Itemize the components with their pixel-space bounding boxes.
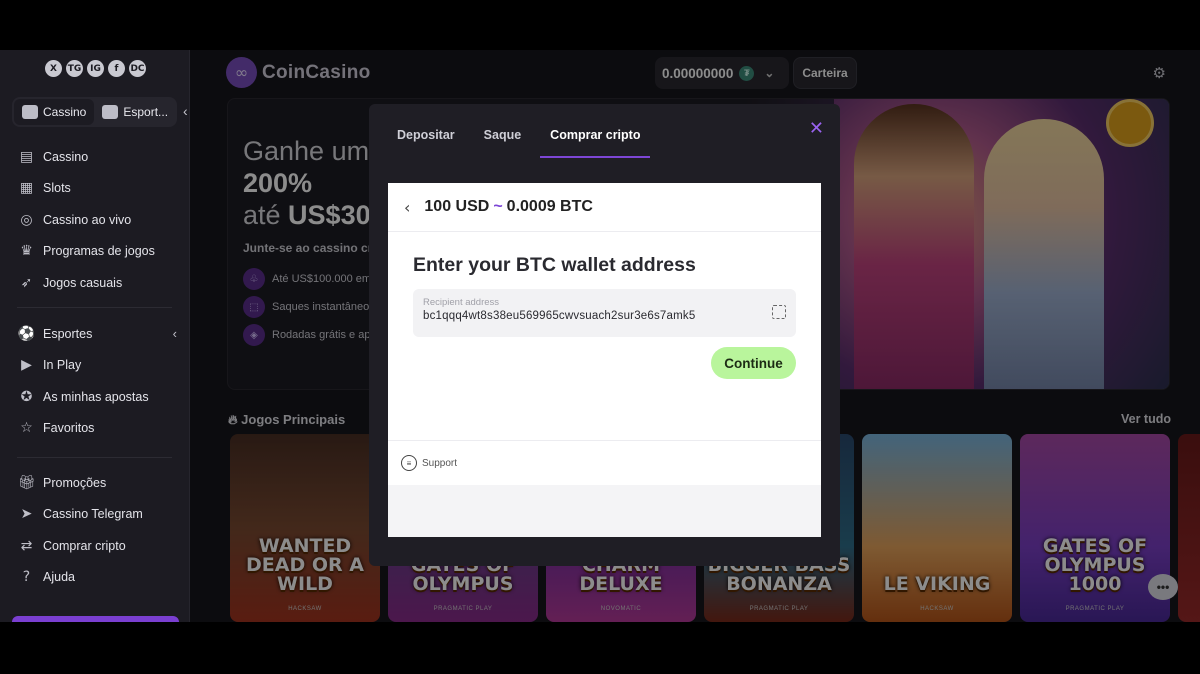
- sidebar-item-favorites[interactable]: ☆ Favoritos: [17, 413, 177, 445]
- telegram-icon: ➤: [20, 506, 33, 523]
- wallet-modal: Depositar Saque Comprar cripto ✕ ‹ 100 U…: [369, 104, 840, 566]
- sidebar-item-label: Cassino: [43, 149, 89, 164]
- sidebar: X TG IG f DC Cassino Esport... ‹ ▤ Cassin…: [0, 50, 190, 622]
- sidebar-item-live-casino[interactable]: ◎ Cassino ao vivo: [17, 204, 177, 236]
- tab-deposit[interactable]: Depositar: [387, 128, 465, 158]
- nav-group-sports: ⚽ Esportes ‹ ▶ In Play ✪ As minhas apostas ☆…: [17, 318, 177, 444]
- gift-icon: 🎁︎: [17, 474, 36, 491]
- tab-sports-label: Esport...: [123, 105, 169, 119]
- widget-header: ‹ 100 USD ~0.0009 BTC: [388, 183, 821, 232]
- modal-tabs: Depositar Saque Comprar cripto: [387, 128, 659, 158]
- sidebar-item-label: Ajuda: [43, 570, 75, 585]
- tab-withdraw[interactable]: Saque: [474, 128, 532, 158]
- sidebar-item-telegram-casino[interactable]: ➤ Cassino Telegram: [17, 499, 177, 531]
- discord-icon[interactable]: DC: [129, 60, 146, 77]
- order-amount: 100 USD ~0.0009 BTC: [424, 198, 593, 216]
- sidebar-item-label: Jogos casuais: [43, 275, 123, 290]
- divider: [17, 307, 172, 308]
- collapse-sidebar-icon[interactable]: ‹: [183, 103, 188, 119]
- sidebar-item-cassino[interactable]: ▤ Cassino: [17, 141, 177, 173]
- sidebar-item-my-bets[interactable]: ✪ As minhas apostas: [17, 381, 177, 413]
- sidebar-item-label: Cassino Telegram: [43, 507, 143, 522]
- back-arrow-icon[interactable]: ‹: [404, 198, 410, 217]
- sports-icon: ⚽: [17, 325, 36, 342]
- star-icon: ☆: [20, 420, 33, 437]
- sidebar-item-label: In Play: [43, 358, 82, 373]
- sidebar-item-label: Favoritos: [43, 421, 95, 436]
- sports-icon: [102, 105, 119, 119]
- divider: [17, 457, 172, 458]
- instagram-icon[interactable]: IG: [87, 60, 104, 77]
- close-icon[interactable]: ✕: [809, 118, 824, 139]
- sidebar-item-help[interactable]: ? Ajuda: [17, 562, 177, 594]
- live-casino-icon: ◎: [20, 211, 33, 228]
- tab-casino[interactable]: Cassino: [14, 99, 95, 125]
- widget-footer: ≡ Support: [388, 440, 821, 485]
- tab-sports[interactable]: Esport...: [94, 99, 176, 125]
- buy-crypto-widget: ‹ 100 USD ~0.0009 BTC Enter your BTC wall…: [388, 183, 821, 537]
- sidebar-item-promotions[interactable]: 🎁︎ Promoções: [17, 467, 177, 499]
- support-icon[interactable]: ≡: [401, 455, 417, 471]
- rocket-icon: ➶: [20, 274, 33, 291]
- app-frame: X TG IG f DC Cassino Esport... ‹ ▤ Cassin…: [0, 50, 1200, 622]
- mode-switch: Cassino Esport...: [12, 97, 177, 127]
- sidebar-item-label: Programas de jogos: [43, 244, 155, 259]
- help-icon: ?: [22, 569, 31, 586]
- widget-bottom-area: [388, 485, 821, 537]
- sidebar-item-label: As minhas apostas: [43, 389, 149, 404]
- sidebar-item-label: Promoções: [43, 475, 107, 490]
- cards-icon: [22, 105, 38, 119]
- field-label: Recipient address: [423, 297, 500, 308]
- play-icon: ▶: [21, 357, 32, 374]
- nav-group-misc: 🎁︎ Promoções ➤ Cassino Telegram ⇄ Comprar c…: [17, 467, 177, 593]
- x-icon[interactable]: X: [45, 60, 62, 77]
- approx-symbol: ~: [493, 198, 503, 215]
- sidebar-item-label: Esportes: [43, 326, 93, 341]
- sidebar-item-buy-crypto[interactable]: ⇄ Comprar cripto: [17, 530, 177, 562]
- game-show-icon: ♛: [20, 243, 33, 260]
- cards-icon: ▤: [19, 148, 34, 165]
- amount-crypto: 0.0009 BTC: [506, 198, 593, 215]
- nav-group-casino: ▤ Cassino ▦ Slots ◎ Cassino ao vivo ♛ Progra…: [17, 141, 177, 299]
- sidebar-item-label: Comprar cripto: [43, 538, 126, 553]
- tab-buy-crypto[interactable]: Comprar cripto: [540, 128, 651, 158]
- sidebar-item-game-shows[interactable]: ♛ Programas de jogos: [17, 236, 177, 268]
- amount-fiat: 100 USD: [424, 198, 490, 215]
- telegram-icon[interactable]: TG: [66, 60, 83, 77]
- facebook-icon[interactable]: f: [108, 60, 125, 77]
- sidebar-item-label: Slots: [43, 181, 71, 196]
- slot-machine-icon: ▦: [19, 180, 34, 197]
- qr-scan-icon[interactable]: [772, 305, 786, 319]
- widget-title: Enter your BTC wallet address: [413, 254, 696, 276]
- buy-crypto-icon: ⇄: [20, 537, 33, 554]
- sidebar-item-slots[interactable]: ▦ Slots: [17, 173, 177, 205]
- continue-button[interactable]: Continue: [711, 347, 796, 379]
- support-link[interactable]: Support: [422, 458, 457, 469]
- chevron-left-icon[interactable]: ‹: [173, 326, 177, 341]
- sidebar-item-casual-games[interactable]: ➶ Jogos casuais: [17, 267, 177, 299]
- social-links: X TG IG f DC: [45, 60, 146, 77]
- sidebar-bottom-button[interactable]: [12, 616, 179, 622]
- tab-casino-label: Cassino: [43, 105, 87, 119]
- wallet-address-field[interactable]: Recipient address bc1qqq4wt8s38eu569965c…: [413, 289, 796, 337]
- sidebar-item-label: Cassino ao vivo: [43, 212, 132, 227]
- wallet-address-input[interactable]: bc1qqq4wt8s38eu569965cwvsuach2sur3e6s7am…: [423, 310, 786, 322]
- sidebar-item-esportes[interactable]: ⚽ Esportes ‹: [17, 318, 177, 350]
- bets-icon: ✪: [20, 388, 33, 405]
- sidebar-item-in-play[interactable]: ▶ In Play: [17, 350, 177, 382]
